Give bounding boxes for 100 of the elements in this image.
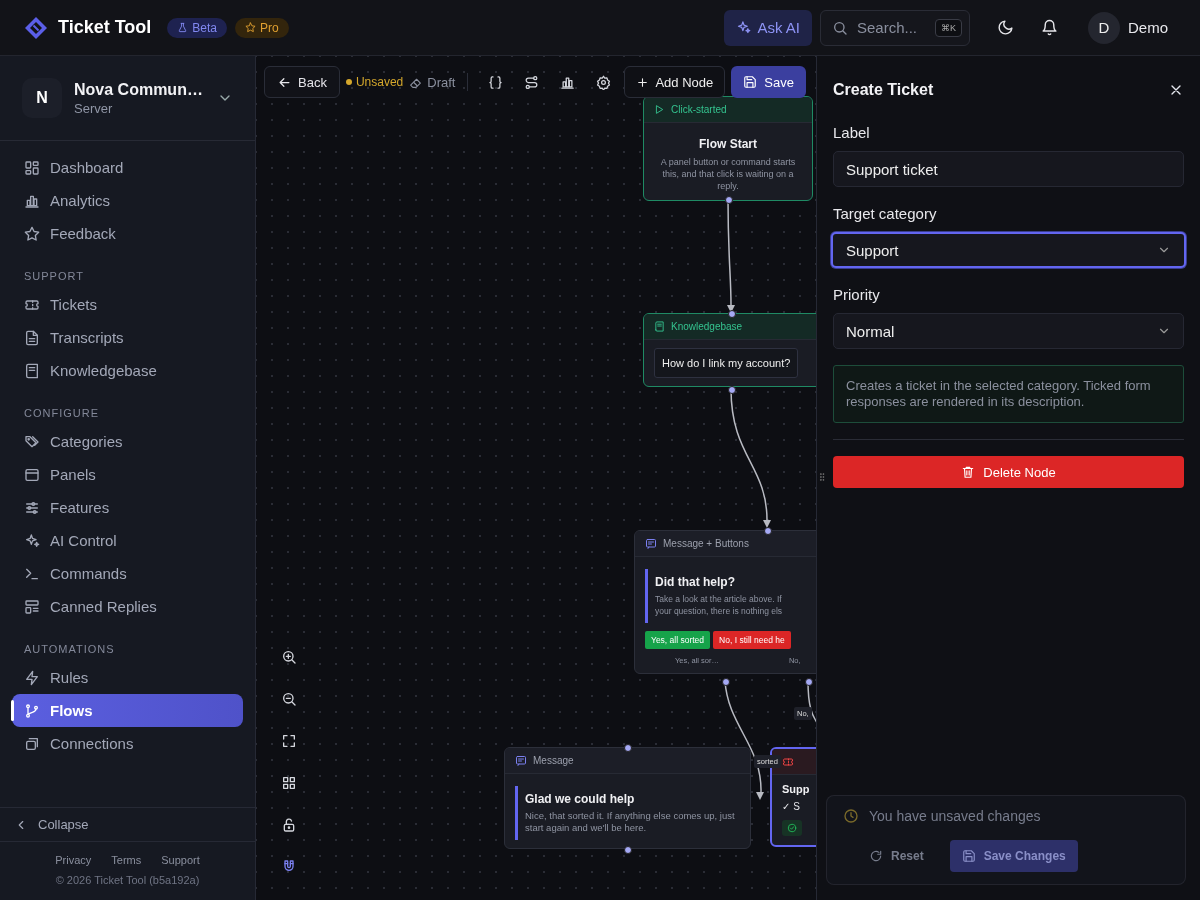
node-description: A panel button or command starts this, and that click is waiting on a reply. <box>659 156 797 192</box>
star-icon <box>245 22 257 33</box>
field-label: Target category <box>833 205 938 222</box>
flow-node[interactable]: Message Glad we could help Nice, that sorted it. If anything else comes up, just start again and we'll be here. <box>504 747 751 849</box>
server-selector[interactable]: N Nova Commun… Server <box>0 56 255 141</box>
connection-handle[interactable] <box>722 678 730 686</box>
nav-item[interactable]: Connections <box>12 727 243 760</box>
field-label: Label <box>833 124 871 141</box>
nav-item[interactable]: Features <box>12 491 243 524</box>
connection-handle[interactable] <box>764 527 772 535</box>
info-note: Creates a ticket in the selected category. Ticked form responses are rendered in its description. <box>833 365 1184 423</box>
nav-item[interactable]: Tickets <box>12 288 243 321</box>
checklist-item: ✓ S <box>782 801 801 812</box>
template-icon <box>24 598 40 615</box>
nav-item[interactable]: AI Control <box>12 524 243 557</box>
flow-node[interactable]: Click-started Flow Start A panel button or command starts this, and that click is waiting on a reply. <box>643 96 813 201</box>
nav-item[interactable]: Rules <box>12 661 243 694</box>
connection-handle[interactable] <box>728 386 736 394</box>
node-type-label: Message + Buttons <box>663 538 749 549</box>
clock-icon <box>843 808 859 824</box>
user-avatar[interactable]: D <box>1088 11 1120 44</box>
nav-item[interactable]: Transcripts <box>12 321 243 354</box>
moon-icon <box>997 19 1015 36</box>
app-title: Ticket Tool <box>58 17 152 38</box>
save-changes-button[interactable]: Save Changes <box>949 840 1078 872</box>
server-type: Server <box>74 100 114 116</box>
question-field: How do I link my account? <box>654 348 799 378</box>
flow-node[interactable]: Knowledgebase How do I link my account? <box>643 313 816 387</box>
back-button[interactable]: Back <box>264 66 340 98</box>
node-description: Nice, that sorted it. If anything else comes up, just start again and we'll be here. <box>525 810 736 834</box>
panel-title: Create Ticket <box>833 81 934 99</box>
reply-button[interactable]: No, I still need he <box>713 631 791 649</box>
node-type-label: Message <box>533 755 574 766</box>
nav-item[interactable]: Commands <box>12 557 243 590</box>
plan-badge: Pro <box>235 17 289 38</box>
lightning-icon <box>24 669 40 686</box>
nav-item[interactable]: Dashboard <box>12 151 243 184</box>
window-icon <box>24 466 40 483</box>
unsaved-message: You have unsaved changes <box>869 808 1041 824</box>
logo-icon[interactable] <box>24 15 48 40</box>
footer-link[interactable]: Support <box>161 854 200 866</box>
connection-handle[interactable] <box>805 678 813 686</box>
book-icon <box>654 321 665 332</box>
save-status: Unsaved <box>345 75 404 89</box>
bar-chart-icon <box>559 74 575 90</box>
connection-handle[interactable] <box>624 744 632 752</box>
trash-icon <box>961 465 976 479</box>
unlock-icon <box>281 817 297 833</box>
reset-button[interactable]: Reset <box>857 840 936 872</box>
book-icon <box>24 362 40 379</box>
ask-ai-button[interactable]: Ask AI <box>724 9 812 46</box>
select-dropdown[interactable]: Support <box>831 232 1186 268</box>
node-title: Did that help? <box>655 575 736 589</box>
sparkle-icon <box>736 20 752 35</box>
star-icon <box>24 225 40 242</box>
sliders-icon <box>24 499 40 516</box>
user-name[interactable]: Demo <box>1128 19 1168 36</box>
nav-item[interactable]: Categories <box>12 425 243 458</box>
add-node-button[interactable]: Add Node <box>624 66 726 98</box>
nav-item[interactable]: Analytics <box>12 184 243 217</box>
section-heading: SUPPORT <box>23 269 85 284</box>
footer-link[interactable]: Terms <box>111 854 142 866</box>
save-button[interactable]: Save <box>731 66 806 98</box>
connection-handle[interactable] <box>725 196 733 204</box>
section-heading: CONFIGURE <box>23 406 100 421</box>
server-avatar: N <box>22 78 62 118</box>
collapse-button[interactable]: Collapse <box>0 807 255 842</box>
node-text-line: your question, there is nothing els <box>655 605 784 617</box>
label-input[interactable]: Support ticket <box>833 151 1184 187</box>
play-icon <box>654 104 665 115</box>
node-title: Glad we could help <box>525 792 636 806</box>
nav-item[interactable]: Flows <box>12 694 243 727</box>
node-type-label: Knowledgebase <box>671 321 743 332</box>
connection-handle[interactable] <box>624 846 632 854</box>
ticket-icon <box>782 755 794 768</box>
braces-icon <box>487 74 503 90</box>
nav-item[interactable]: Feedback <box>12 217 243 250</box>
nav-item[interactable]: Knowledgebase <box>12 354 243 387</box>
field-label: Priority <box>833 286 881 303</box>
message-icon <box>515 754 527 767</box>
nav-item[interactable]: Canned Replies <box>12 590 243 623</box>
connection-handle[interactable] <box>728 310 736 318</box>
sparkle-icon <box>24 532 40 549</box>
branch-icon <box>24 702 40 719</box>
delete-node-button[interactable]: Delete Node <box>833 456 1184 488</box>
tags-icon <box>24 433 40 450</box>
route-icon <box>523 74 539 90</box>
footer-link[interactable]: Privacy <box>55 854 92 866</box>
node-title: Supp <box>782 783 811 795</box>
server-name: Nova Commun… <box>74 80 204 99</box>
resize-handle[interactable] <box>817 472 827 482</box>
document-icon <box>24 329 40 346</box>
node-title: Flow Start <box>698 137 758 151</box>
flask-icon <box>177 22 189 33</box>
node-text-line: Take a look at the article above. If <box>655 593 783 605</box>
draft-status: Draft <box>409 74 456 90</box>
select-dropdown[interactable]: Normal <box>833 313 1184 349</box>
message-icon <box>645 537 657 550</box>
nav-item[interactable]: Panels <box>12 458 243 491</box>
search-icon <box>832 19 848 36</box>
